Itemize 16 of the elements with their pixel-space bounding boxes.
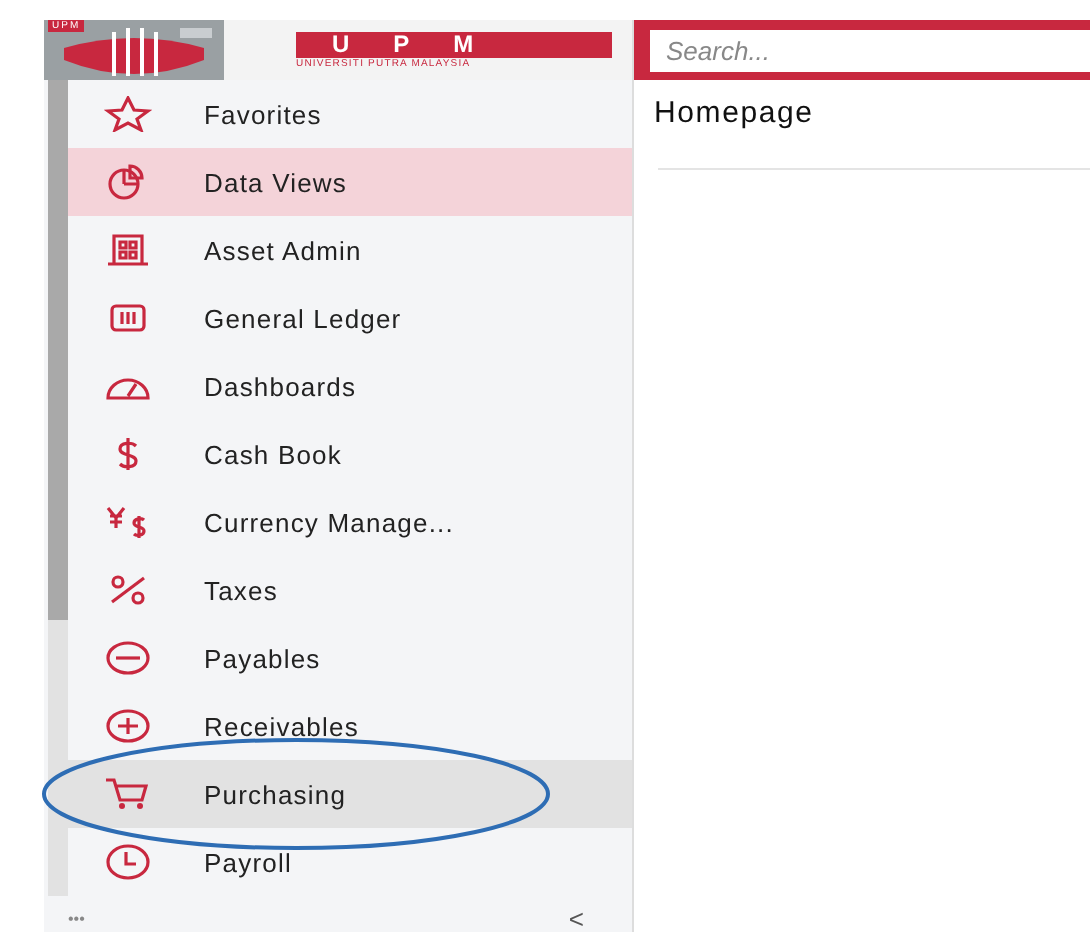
logo-wordmark: UPM	[296, 31, 612, 57]
sidebar-item[interactable]: Data Views	[68, 148, 632, 216]
sidebar-item[interactable]: Payables	[68, 624, 632, 692]
sidebar-item[interactable]: General Ledger	[68, 284, 632, 352]
sidebar-item[interactable]: Purchasing	[68, 760, 632, 828]
sidebar-item[interactable]: Favorites	[68, 80, 632, 148]
sidebar-item[interactable]: Receivables	[68, 692, 632, 760]
search-field[interactable]: Search...	[650, 29, 1090, 71]
page-title: Homepage	[654, 96, 816, 134]
sidebar-item[interactable]: Currency Manage...	[68, 488, 632, 556]
sidebar-item[interactable]: Cash Book	[68, 420, 632, 488]
sidebar-item[interactable]: Asset Admin	[68, 216, 632, 284]
collapse-button[interactable]: <	[568, 903, 584, 932]
sidebar-item[interactable]: Dashboards	[68, 352, 632, 420]
sidebar-item[interactable]: Payroll	[68, 828, 632, 896]
sidebar-item[interactable]: Taxes	[68, 556, 632, 624]
